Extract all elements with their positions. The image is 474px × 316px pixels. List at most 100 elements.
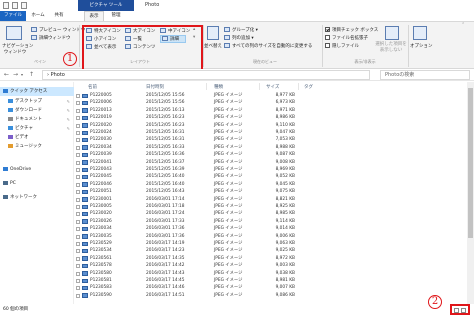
file-row[interactable]: P1230020 2016/03/01 17:24 JPEG イメージ 8,985 K… (76, 210, 466, 217)
nav-item[interactable]: クイック アクセス (0, 87, 74, 96)
row-checkbox[interactable] (76, 293, 80, 298)
row-checkbox[interactable] (76, 242, 80, 246)
tab-view[interactable]: 表示 (84, 11, 104, 21)
file-row[interactable]: P1220046 2015/12/05 16:40 JPEG イメージ 9,045 K… (76, 181, 466, 188)
file-row[interactable]: P1230583 2016/03/17 14:46 JPEG イメージ 9,007 K… (76, 284, 466, 291)
row-checkbox[interactable] (76, 197, 80, 202)
column-name[interactable]: 名前 (88, 84, 97, 90)
file-row[interactable]: P1230534 2016/03/17 14:23 JPEG イメージ 9,025 K… (76, 247, 466, 254)
file-row[interactable]: P1230001 2016/03/01 17:14 JPEG イメージ 8,821 K… (76, 196, 466, 203)
nav-item[interactable]: ミュージック (0, 142, 74, 151)
new-folder-icon[interactable] (21, 2, 27, 9)
row-checkbox[interactable] (76, 286, 80, 291)
row-checkbox[interactable] (76, 279, 80, 283)
tab-manage[interactable]: 管理 (106, 11, 126, 21)
scrollbar-thumb[interactable] (468, 88, 473, 238)
column-tags[interactable]: タグ (304, 84, 313, 90)
file-row[interactable]: P1220051 2015/12/05 16:43 JPEG イメージ 9,075 K… (76, 188, 466, 195)
file-row[interactable]: P1220024 2015/12/05 16:31 JPEG イメージ 9,047 K… (76, 129, 466, 136)
row-checkbox[interactable] (76, 219, 80, 224)
file-row[interactable]: P1220030 2015/12/05 16:31 JPEG イメージ 7,053 K… (76, 136, 466, 143)
file-row[interactable]: P1230590 2016/03/17 14:51 JPEG イメージ 9,086 K… (76, 292, 466, 299)
forward-arrow-icon[interactable]: → (13, 71, 18, 78)
row-checkbox[interactable] (76, 123, 80, 128)
nav-item[interactable]: ダウンロード ✎ (0, 106, 74, 115)
options-button[interactable]: オプション (410, 43, 433, 49)
address-input[interactable]: › Photo (42, 70, 370, 80)
column-size[interactable]: サイズ (266, 84, 279, 90)
file-row[interactable]: P1220020 2015/12/05 16:23 JPEG イメージ 9,110 K… (76, 122, 466, 129)
tab-file[interactable]: ファイル (0, 11, 26, 21)
file-row[interactable]: P1230005 2016/03/01 17:18 JPEG イメージ 8,925 K… (76, 203, 466, 210)
properties-icon[interactable] (12, 2, 18, 9)
nav-item[interactable]: OneDrive (0, 165, 74, 174)
row-checkbox[interactable] (76, 160, 80, 165)
column-date[interactable]: 日付時刻 (146, 84, 164, 90)
row-checkbox[interactable] (76, 271, 80, 276)
nav-item[interactable]: ビデオ (0, 133, 74, 142)
nav-item[interactable]: ネットワーク (0, 193, 74, 202)
file-row[interactable]: P1230026 2016/03/01 17:33 JPEG イメージ 9,114 K… (76, 218, 466, 225)
row-checkbox[interactable] (76, 256, 80, 261)
back-arrow-icon[interactable]: ← (4, 71, 9, 78)
preview-pane-button[interactable]: プレビュー ウィンドウ (31, 27, 85, 33)
file-row[interactable]: P1220013 2015/12/05 16:13 JPEG イメージ 8,971 K… (76, 107, 466, 114)
column-divider[interactable] (259, 83, 260, 90)
row-checkbox[interactable] (76, 94, 80, 98)
hidden-items-toggle[interactable]: 隠しファイル (325, 43, 359, 49)
file-row[interactable]: P1220041 2015/12/05 16:37 JPEG イメージ 9,008 K… (76, 159, 466, 166)
up-arrow-icon[interactable]: ↑ (29, 71, 34, 78)
item-checkboxes-toggle[interactable]: 項目チェック ボックス (325, 27, 378, 33)
tab-home[interactable]: ホーム (28, 11, 48, 21)
file-row[interactable]: P1230529 2016/03/17 14:19 JPEG イメージ 9,063 K… (76, 240, 466, 247)
file-row[interactable]: P1230580 2016/03/17 14:43 JPEG イメージ 9,038 K… (76, 270, 466, 277)
nav-item[interactable]: ドキュメント ✎ (0, 115, 74, 124)
file-row[interactable]: P1220039 2015/12/05 16:36 JPEG イメージ 9,087 K… (76, 151, 466, 158)
size-all-columns-button[interactable]: すべての列のサイズを自動的に変更する (224, 43, 312, 49)
vertical-scrollbar[interactable] (467, 82, 474, 304)
row-checkbox[interactable] (76, 175, 80, 180)
large-icons-view-icon[interactable] (461, 308, 466, 313)
row-checkbox[interactable] (76, 182, 80, 187)
row-checkbox[interactable] (76, 108, 80, 113)
navigation-pane-button[interactable]: ナビゲーション ウィンドウ (2, 43, 33, 55)
column-type[interactable]: 種類 (214, 84, 223, 90)
row-checkbox[interactable] (76, 190, 80, 195)
file-row[interactable]: P1230035 2016/03/01 17:36 JPEG イメージ 9,006 K… (76, 233, 466, 240)
row-checkbox[interactable] (76, 145, 80, 150)
file-row[interactable]: P1230581 2016/03/17 14:45 JPEG イメージ 8,981 K… (76, 277, 466, 284)
ribbon-collapse-icon[interactable]: ˄ (462, 23, 464, 28)
row-checkbox[interactable] (76, 138, 80, 143)
nav-item[interactable]: PC (0, 179, 74, 188)
group-by-button[interactable]: グループ化 ▾ (224, 27, 258, 33)
row-checkbox[interactable] (76, 116, 80, 121)
file-row[interactable]: P1220006 2015/12/05 15:56 JPEG イメージ 6,973 K… (76, 99, 466, 106)
file-row[interactable]: P1230578 2016/03/17 14:42 JPEG イメージ 9,003 K… (76, 262, 466, 269)
row-checkbox[interactable] (76, 234, 80, 239)
hide-selected-button[interactable]: 選択した項目を 表示しない (373, 41, 409, 53)
row-checkbox[interactable] (76, 168, 80, 172)
row-checkbox[interactable] (76, 131, 80, 135)
file-row[interactable]: P1220005 2015/12/05 15:56 JPEG イメージ 8,977 K… (76, 92, 466, 99)
tab-share[interactable]: 共有 (50, 11, 68, 21)
picture-tools-context-tab[interactable]: ピクチャ ツール (78, 0, 134, 11)
details-view-icon[interactable] (454, 308, 459, 313)
file-row[interactable]: P1220019 2015/12/05 16:23 JPEG イメージ 8,986 K… (76, 114, 466, 121)
nav-item[interactable]: ピクチャ ✎ (0, 124, 74, 133)
row-checkbox[interactable] (76, 227, 80, 232)
row-checkbox[interactable] (76, 153, 80, 158)
row-checkbox[interactable] (76, 212, 80, 217)
sort-button[interactable]: 並べ替え (204, 43, 222, 49)
row-checkbox[interactable] (76, 101, 80, 106)
search-input[interactable]: Photoの検索 (380, 70, 470, 80)
row-checkbox[interactable] (76, 249, 80, 254)
column-divider[interactable] (298, 83, 299, 90)
file-row[interactable]: P1230034 2016/03/01 17:36 JPEG イメージ 9,014 K… (76, 225, 466, 232)
file-row[interactable]: P1220045 2015/12/05 16:40 JPEG イメージ 9,052 K… (76, 173, 466, 180)
row-checkbox[interactable] (76, 264, 80, 269)
details-pane-button[interactable]: 詳細ウィンドウ (31, 35, 71, 41)
file-row[interactable]: P1220034 2015/12/05 16:33 JPEG イメージ 8,988 K… (76, 144, 466, 151)
add-columns-button[interactable]: 列の追加 ▾ (224, 35, 254, 41)
row-checkbox[interactable] (76, 205, 80, 209)
nav-item[interactable]: デスクトップ ✎ (0, 97, 74, 106)
